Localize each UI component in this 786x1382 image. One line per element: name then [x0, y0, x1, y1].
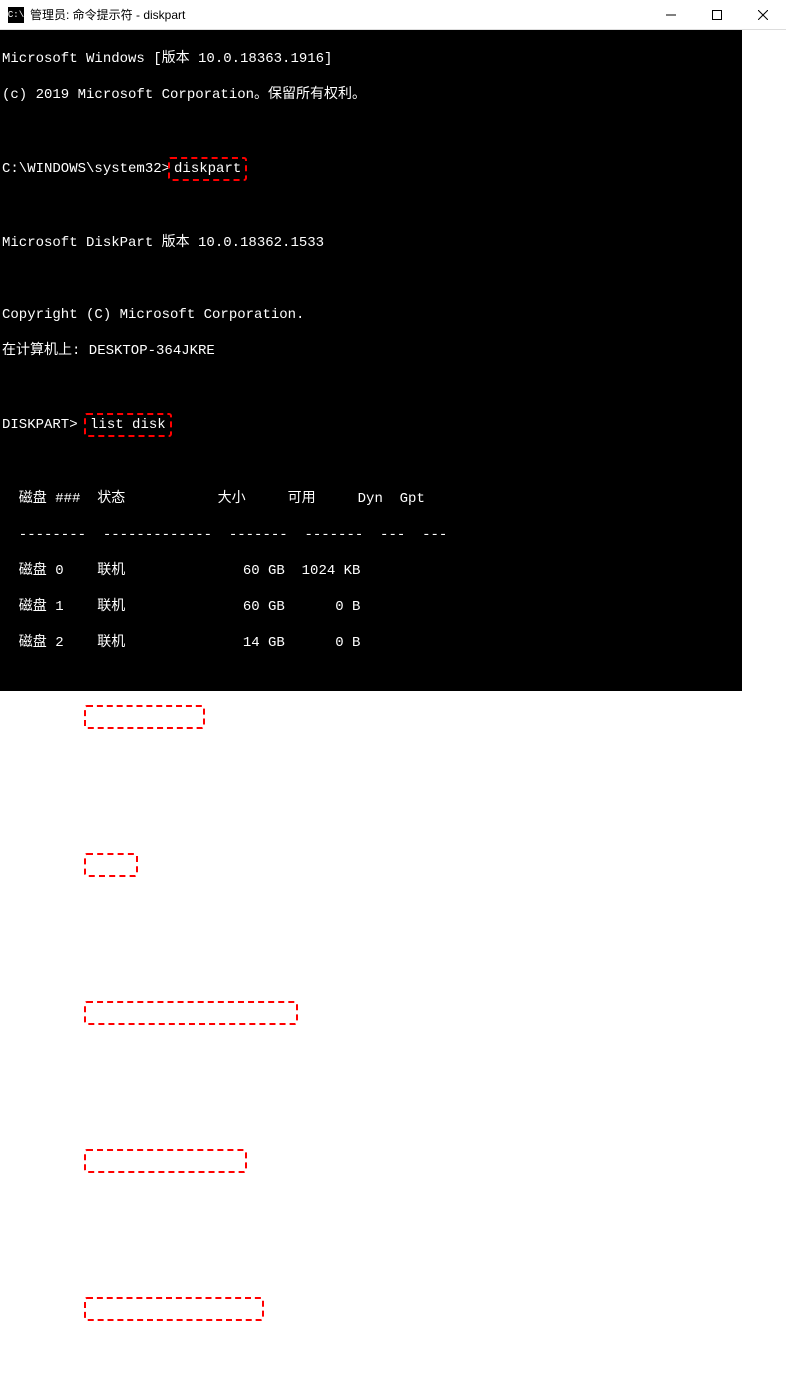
cmd-diskpart-highlight: diskpart	[168, 157, 247, 181]
selectpart-line: DISKPART> select partition 1	[2, 1150, 784, 1172]
listdisk-line: DISKPART> list disk	[2, 414, 784, 436]
msg-format-progress: 100 百分比已完成	[2, 1374, 784, 1382]
cmd-listdisk-highlight: list disk	[84, 413, 172, 437]
cmd-icon: C:\	[8, 7, 24, 23]
diskpart-copyright: Copyright (C) Microsoft Corporation.	[2, 306, 784, 324]
copyright-line: (c) 2019 Microsoft Corporation。保留所有权利。	[2, 86, 784, 104]
disk-row-1: 磁盘 1 联机 60 GB 0 B	[2, 598, 784, 616]
terminal-output[interactable]: Microsoft Windows [版本 10.0.18363.1916] (…	[0, 30, 786, 691]
create-line: DISKPART> create partition primary	[2, 1002, 784, 1024]
format-line: DISKPART> format fs=ntfs quick	[2, 1298, 784, 1320]
msg-create: DiskPart 成功地创建了指定分区。	[2, 1078, 784, 1096]
version-line: Microsoft Windows [版本 10.0.18363.1916]	[2, 50, 784, 68]
computer-name: 在计算机上: DESKTOP-364JKRE	[2, 342, 784, 360]
cmd-format-highlight: format fs=ntfs quick	[84, 1297, 264, 1321]
clean-line: DISKPART> clean	[2, 854, 784, 876]
disk-row-2: 磁盘 2 联机 14 GB 0 B	[2, 634, 784, 652]
cmd-selectpart-highlight: select partition 1	[84, 1149, 247, 1173]
msg-selectpart: 分区 1 现在是所选分区。	[2, 1226, 784, 1244]
msg-selectdisk: 磁盘 1 现在是所选磁盘。	[2, 782, 784, 800]
prompt-line: C:\WINDOWS\system32>diskpart	[2, 158, 784, 180]
window-controls	[648, 0, 786, 30]
disk-row-0: 磁盘 0 联机 60 GB 1024 KB	[2, 562, 784, 580]
close-button[interactable]	[740, 0, 786, 30]
window-title: 管理员: 命令提示符 - diskpart	[30, 6, 648, 23]
right-margin	[742, 30, 786, 691]
table-header: 磁盘 ### 状态 大小 可用 Dyn Gpt	[2, 490, 784, 508]
diskpart-version: Microsoft DiskPart 版本 10.0.18362.1533	[2, 234, 784, 252]
minimize-button[interactable]	[648, 0, 694, 30]
msg-clean: DiskPart 成功地清除了磁盘。	[2, 930, 784, 948]
cmd-create-highlight: create partition primary	[84, 1001, 298, 1025]
maximize-button[interactable]	[694, 0, 740, 30]
cmd-selectdisk-highlight: select disk 1	[84, 705, 205, 729]
table-separator: -------- ------------- ------- ------- -…	[2, 526, 784, 544]
title-bar: C:\ 管理员: 命令提示符 - diskpart	[0, 0, 786, 30]
selectdisk-line: DISKPART> select disk 1	[2, 706, 784, 728]
cmd-clean-highlight: clean	[84, 853, 138, 877]
